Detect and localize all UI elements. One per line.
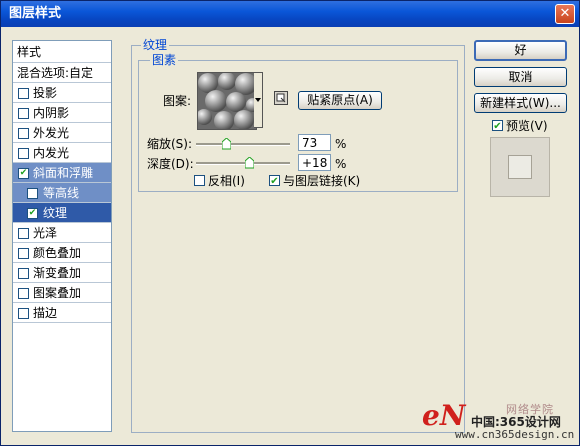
snap-to-origin-button[interactable]: 贴紧原点(A) xyxy=(298,91,382,110)
depth-unit: % xyxy=(335,157,347,171)
contour-checkbox[interactable] xyxy=(27,188,38,199)
style-item-inner-shadow[interactable]: 内阴影 xyxy=(13,103,111,123)
inner-shadow-checkbox[interactable] xyxy=(18,108,29,119)
link-with-layer-label: 与图层链接(K) xyxy=(283,174,361,188)
depth-slider-thumb-icon[interactable] xyxy=(244,157,254,169)
page-icon-glyph xyxy=(276,93,286,103)
scale-slider-track[interactable] xyxy=(196,143,290,146)
styles-header-label: 样式 xyxy=(17,45,42,59)
style-item-bevel-emboss[interactable]: ✔ 斜面和浮雕 xyxy=(13,163,111,183)
style-item-pattern-overlay[interactable]: 图案叠加 xyxy=(13,283,111,303)
elements-group xyxy=(138,60,458,192)
blend-options-label: 混合选项:自定 xyxy=(17,66,94,80)
new-style-button[interactable]: 新建样式(W)... xyxy=(474,93,567,113)
color-overlay-checkbox[interactable] xyxy=(18,248,29,259)
layer-style-dialog: 图层样式 ✕ 样式 混合选项:自定 投影 内阴影 外发光 内发光 ✔ 斜面和浮雕 xyxy=(0,0,580,446)
elements-group-title: 图素 xyxy=(150,53,179,67)
style-item-color-overlay[interactable]: 颜色叠加 xyxy=(13,243,111,263)
cancel-button[interactable]: 取消 xyxy=(474,67,567,87)
style-item-gradient-overlay[interactable]: 渐变叠加 xyxy=(13,263,111,283)
preview-label: 预览(V) xyxy=(506,119,548,133)
color-overlay-label: 颜色叠加 xyxy=(33,246,82,260)
inner-shadow-label: 内阴影 xyxy=(33,106,70,120)
pattern-overlay-label: 图案叠加 xyxy=(33,286,82,300)
invert-label: 反相(I) xyxy=(208,174,245,188)
style-item-outer-glow[interactable]: 外发光 xyxy=(13,123,111,143)
satin-checkbox[interactable] xyxy=(18,228,29,239)
texture-checkbox[interactable]: ✔ xyxy=(27,208,38,219)
blend-options-item[interactable]: 混合选项:自定 xyxy=(13,63,111,83)
pattern-dropdown[interactable] xyxy=(254,72,263,128)
chevron-down-icon xyxy=(255,98,261,102)
invert-checkbox[interactable] xyxy=(194,175,205,186)
depth-input[interactable]: +18 xyxy=(298,154,331,171)
gradient-overlay-label: 渐变叠加 xyxy=(33,266,82,280)
contour-label: 等高线 xyxy=(43,186,80,200)
gradient-overlay-checkbox[interactable] xyxy=(18,268,29,279)
stroke-checkbox[interactable] xyxy=(18,308,29,319)
stroke-label: 描边 xyxy=(33,306,58,320)
bevel-emboss-checkbox[interactable]: ✔ xyxy=(18,168,29,179)
style-item-satin[interactable]: 光泽 xyxy=(13,223,111,243)
outer-glow-label: 外发光 xyxy=(33,126,70,140)
texture-group-title: 纹理 xyxy=(141,38,170,52)
styles-list-panel: 样式 混合选项:自定 投影 内阴影 外发光 内发光 ✔ 斜面和浮雕 等高线 ✔ … xyxy=(12,40,112,432)
style-item-stroke[interactable]: 描边 xyxy=(13,303,111,323)
link-with-layer-checkbox[interactable]: ✔ xyxy=(269,175,280,187)
inner-glow-label: 内发光 xyxy=(33,146,70,160)
scale-slider-thumb-icon[interactable] xyxy=(222,138,232,150)
watermark-site-url: www.cn365design.cn xyxy=(455,428,575,441)
preview-square xyxy=(508,155,532,179)
bubble-pattern-icon xyxy=(198,73,256,129)
pattern-label: 图案: xyxy=(163,94,192,108)
close-button[interactable]: ✕ xyxy=(555,4,575,24)
style-item-texture[interactable]: ✔ 纹理 xyxy=(13,203,111,223)
outer-glow-checkbox[interactable] xyxy=(18,128,29,139)
window-title: 图层样式 xyxy=(9,6,62,21)
style-item-inner-glow[interactable]: 内发光 xyxy=(13,143,111,163)
style-item-drop-shadow[interactable]: 投影 xyxy=(13,83,111,103)
scale-unit: % xyxy=(335,137,347,151)
depth-slider-track[interactable] xyxy=(196,162,290,165)
style-item-contour[interactable]: 等高线 xyxy=(13,183,111,203)
title-bar: 图层样式 ✕ xyxy=(1,1,579,27)
pattern-swatch[interactable] xyxy=(197,72,257,130)
ok-button[interactable]: 好 xyxy=(474,40,567,61)
drop-shadow-label: 投影 xyxy=(33,86,58,100)
preview-checkbox[interactable]: ✔ xyxy=(492,120,503,132)
brand-logo-letters: eN xyxy=(422,399,466,432)
pattern-overlay-checkbox[interactable] xyxy=(18,288,29,299)
drop-shadow-checkbox[interactable] xyxy=(18,88,29,99)
bevel-emboss-label: 斜面和浮雕 xyxy=(33,166,94,180)
depth-label: 深度(D): xyxy=(147,157,194,171)
style-preview-swatch xyxy=(490,137,550,197)
styles-header[interactable]: 样式 xyxy=(13,41,111,63)
inner-glow-checkbox[interactable] xyxy=(18,148,29,159)
texture-label: 纹理 xyxy=(43,206,68,220)
scale-label: 缩放(S): xyxy=(147,137,193,151)
satin-label: 光泽 xyxy=(33,226,58,240)
new-preset-icon[interactable] xyxy=(274,91,288,105)
scale-input[interactable]: 73 xyxy=(298,134,331,151)
